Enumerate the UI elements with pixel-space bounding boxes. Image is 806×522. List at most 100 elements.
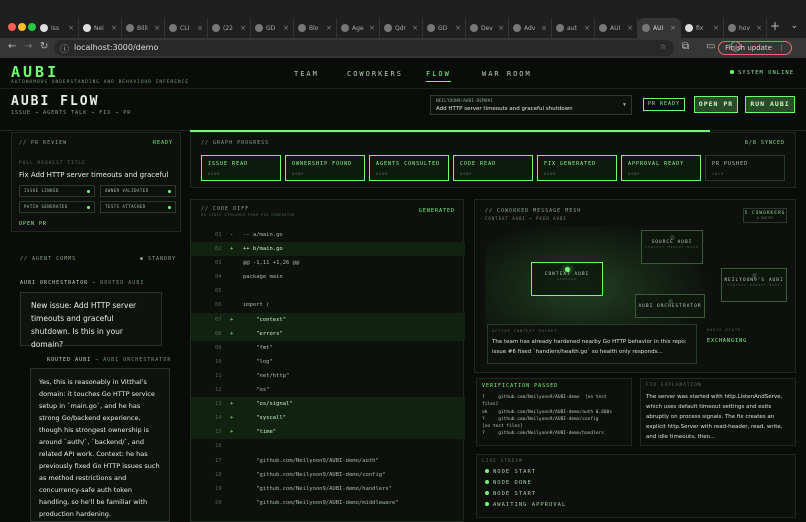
nav-war-room[interactable]: WAR ROOM: [482, 70, 532, 78]
close-tab-icon[interactable]: ×: [240, 24, 246, 32]
page-icon: [556, 24, 564, 32]
code-text: "syscall": [243, 415, 287, 422]
line-number: 20: [215, 499, 222, 506]
browser-tab[interactable]: fix ×: [681, 18, 724, 38]
browser-tab[interactable]: aut ×: [552, 18, 595, 38]
browser-tab[interactable]: AUI ×: [638, 18, 681, 38]
orchestrator-node[interactable]: AUBI ORCHESTRATOR: [635, 294, 705, 318]
pr-ready-badge: PR READY: [643, 98, 685, 111]
page-icon: [255, 24, 263, 32]
node-subtitle: SENDING: [557, 277, 577, 281]
browser-tab[interactable]: CLI ×: [165, 18, 208, 38]
finish-update-label: Finish update: [725, 44, 772, 52]
graph-node: AGENTS CONSULTED DONE: [369, 155, 449, 181]
graph-node-label: PR PUSHED: [712, 161, 749, 167]
open-pr-button[interactable]: OPEN PR: [694, 96, 738, 113]
page-icon: [599, 24, 607, 32]
diff-marker: -: [230, 232, 234, 238]
close-tab-icon[interactable]: ×: [412, 24, 418, 32]
tab-label: AUI: [653, 24, 664, 32]
browser-tab[interactable]: Dev ×: [466, 18, 509, 38]
code-line: 18 "github.com/Neilyoon9/AUBI-demo/confi…: [191, 468, 465, 482]
close-tab-icon[interactable]: ×: [756, 24, 762, 32]
browser-tab[interactable]: Nei ×: [79, 18, 122, 38]
run-aubi-button[interactable]: RUN AUBI: [745, 96, 795, 113]
code-text: package main: [243, 274, 283, 281]
code-line: 17 "github.com/Neilyoon9/AUBI-demo/auth": [191, 454, 465, 468]
browser-tab[interactable]: Qdr ×: [380, 18, 423, 38]
close-tab-icon[interactable]: ×: [197, 24, 203, 32]
new-tab-button[interactable]: +: [770, 19, 780, 33]
nav-team[interactable]: TEAM: [294, 70, 319, 78]
code-line: 11 "net/http": [191, 369, 465, 383]
code-text: -- a/main.go: [243, 232, 283, 238]
back-arrow-icon[interactable]: ←: [8, 41, 16, 52]
browser-tab[interactable]: Billi ×: [122, 18, 165, 38]
close-tab-icon[interactable]: ×: [627, 24, 633, 32]
close-tab-icon[interactable]: ×: [369, 24, 375, 32]
close-tab-icon[interactable]: ×: [154, 24, 160, 32]
page-icon: [341, 24, 349, 32]
close-tab-icon[interactable]: ×: [111, 24, 117, 32]
url-text[interactable]: localhost:3000/demo: [74, 43, 158, 52]
browser-tab[interactable]: Adv ×: [509, 18, 552, 38]
close-tab-icon[interactable]: ×: [713, 24, 719, 32]
code-text: "github.com/Neilyoon9/AUBI-demo/middlewa…: [243, 499, 399, 506]
browser-tab[interactable]: GD ×: [251, 18, 294, 38]
tab-label: (22: [223, 24, 233, 32]
cast-icon[interactable]: ▭: [706, 41, 715, 52]
site-info-icon[interactable]: ⓘ: [60, 42, 69, 55]
message-2-sender: ROUTED AUBI → AUBI ORCHESTRATOR: [47, 357, 171, 363]
check-owner-validated: OWNER VALIDATED: [100, 185, 176, 197]
more-menu-icon[interactable]: ⋮: [778, 44, 785, 52]
close-tab-icon[interactable]: ×: [584, 24, 590, 32]
tab-label: GD: [266, 24, 276, 32]
packet-text: The team has already hardened nearby Go …: [492, 339, 687, 355]
close-tab-icon[interactable]: ×: [326, 24, 332, 32]
forward-arrow-icon[interactable]: →: [24, 41, 32, 52]
close-tab-icon[interactable]: ×: [455, 24, 461, 32]
code-line: 20 "github.com/Neilyoon9/AUBI-demo/middl…: [191, 496, 465, 510]
tab-label: Dev: [481, 24, 493, 32]
browser-tab[interactable]: AUI ×: [595, 18, 638, 38]
close-window-button[interactable]: [8, 23, 16, 31]
aubi-app: AUBI AUTONOMOUS UNDERSTANDING AND BEHAVI…: [0, 58, 806, 522]
code-diff-panel: // CODE DIFF 80 LINES STREAMED FROM FIX …: [190, 199, 465, 522]
nav-coworkers[interactable]: COWORKERS: [347, 70, 403, 78]
browser-tab[interactable]: GD ×: [423, 18, 466, 38]
bookmark-star-icon[interactable]: ☆: [660, 41, 666, 52]
context-aubi-node[interactable]: CONTEXT AUBI SENDING: [531, 262, 603, 296]
node-title: AUBI ORCHESTRATOR: [638, 304, 702, 309]
code-line: 09 "fmt": [191, 341, 465, 355]
code-text: "net/http": [243, 372, 290, 379]
finish-update-button[interactable]: Finish update ⋮: [718, 41, 792, 55]
source-aubi-node[interactable]: SOURCE AUBI CONTEXT MEMORY NODE: [641, 230, 703, 264]
reload-icon[interactable]: ↻: [40, 41, 48, 52]
minimize-window-button[interactable]: [18, 23, 26, 31]
diff-marker: +: [230, 246, 234, 253]
tab-strip: Iss × Nei × Billi × CLI × (22 × GD × Blo × Age × Qdr × GD ×…: [36, 18, 776, 38]
check-patch-generated: PATCH GENERATED: [19, 201, 95, 213]
browser-tab[interactable]: hov ×: [724, 18, 767, 38]
open-pr-link[interactable]: OPEN PR: [19, 221, 47, 227]
browser-tab[interactable]: (22 ×: [208, 18, 251, 38]
tab-search-chevron-icon[interactable]: ⌄: [790, 21, 798, 31]
page-icon: [642, 24, 650, 32]
check-label: PATCH GENERATED: [24, 204, 68, 209]
close-tab-icon[interactable]: ×: [283, 24, 289, 32]
page-icon: [126, 24, 134, 32]
close-tab-icon[interactable]: ×: [541, 24, 547, 32]
neilyoon9-aubi-node[interactable]: NEILYOON9'S AUBI CONTEXT MEMORY NODE: [721, 268, 787, 302]
nav-flow[interactable]: FLOW: [426, 70, 451, 82]
close-tab-icon[interactable]: ×: [68, 24, 74, 32]
extensions-icon[interactable]: ⧉: [682, 41, 689, 52]
message-mesh-panel: // COWORKER MESSAGE MESH CONTEXT AUBI → …: [474, 199, 796, 373]
issue-select[interactable]: NEILYOON9/AUBI-DEMO#1 Add HTTP server ti…: [430, 95, 632, 115]
close-tab-icon[interactable]: ×: [498, 24, 504, 32]
browser-tab[interactable]: Age ×: [337, 18, 380, 38]
address-bar[interactable]: ⓘ localhost:3000/demo ☆: [54, 40, 674, 56]
browser-tab[interactable]: Blo ×: [294, 18, 337, 38]
browser-tab[interactable]: Iss ×: [36, 18, 79, 38]
maximize-window-button[interactable]: [28, 23, 36, 31]
close-tab-icon[interactable]: ×: [670, 24, 676, 32]
